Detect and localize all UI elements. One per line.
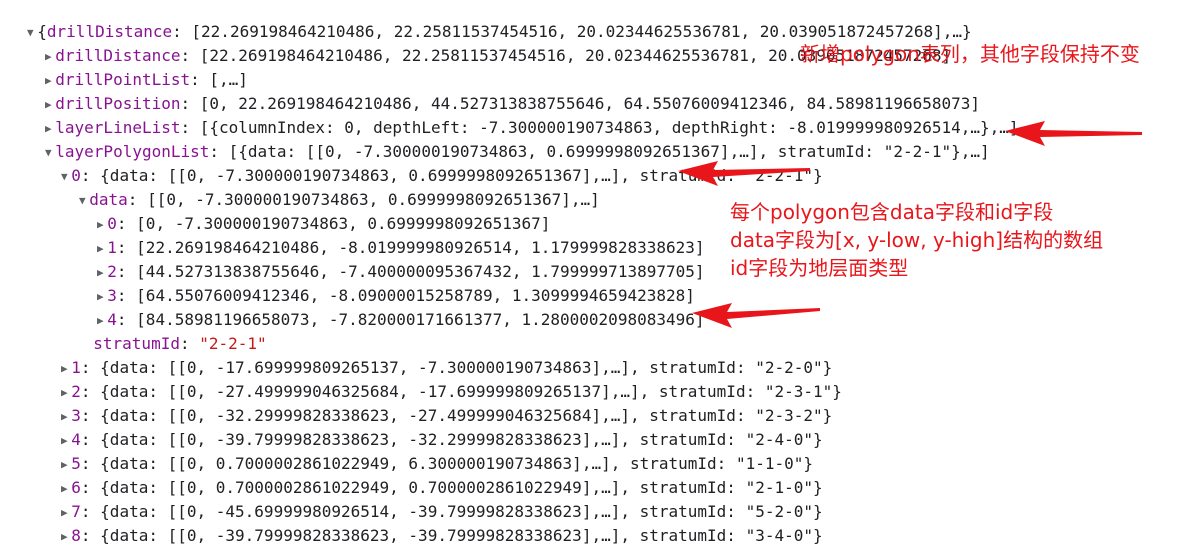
annotation-arrows xyxy=(678,121,1142,328)
arrow-to-stratumId-icon xyxy=(692,303,820,328)
arrow-to-data-icon xyxy=(678,161,810,186)
arrow-to-layerPolygonList-icon xyxy=(1005,121,1142,146)
